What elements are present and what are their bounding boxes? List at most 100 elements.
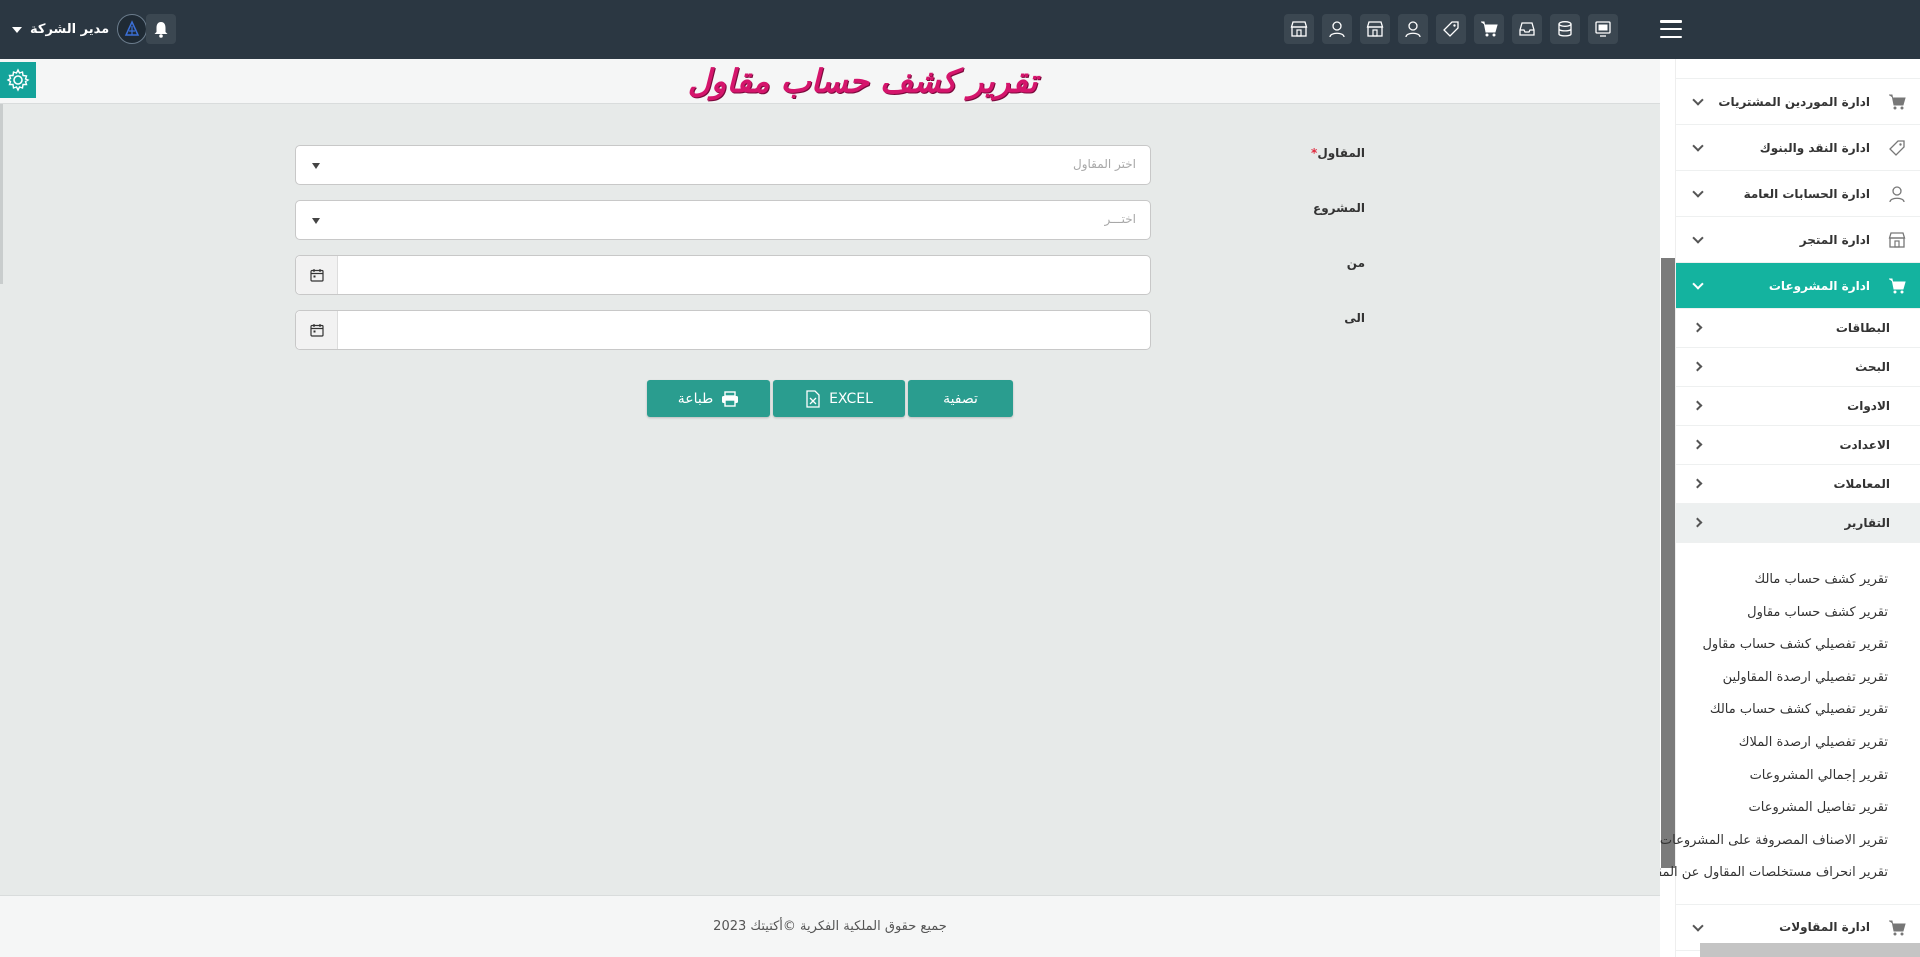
sidebar-item-cash-banks[interactable]: ادارة النقد والبنوك — [1676, 125, 1920, 171]
footer: جميع حقوق الملكية الفكرية ©أكتيتك 2023 — [0, 895, 1660, 957]
inbox-icon[interactable] — [1512, 14, 1542, 44]
chevron-down-icon — [1692, 278, 1704, 290]
report-link[interactable]: تقرير تفصيلي ارصدة الملاك — [1676, 728, 1920, 761]
filter-button[interactable]: تصفية — [908, 380, 1013, 417]
submenu-label: المعاملات — [1833, 477, 1890, 491]
calendar-icon[interactable] — [296, 311, 338, 349]
project-row: اختـــر — [295, 200, 1151, 240]
sidebar-item-label: ادارة المتجر — [1799, 232, 1870, 247]
sidebar-item-label: ادارة النقد والبنوك — [1759, 140, 1870, 155]
sidebar-item-store[interactable]: ادارة المتجر — [1676, 217, 1920, 263]
store-icon[interactable] — [1360, 14, 1390, 44]
menu-toggle-icon[interactable] — [1660, 20, 1682, 38]
chevron-left-icon — [1692, 400, 1703, 411]
avatar[interactable] — [117, 14, 148, 44]
submenu-label: الادوات — [1847, 399, 1890, 413]
submenu-settings[interactable]: الاعدادت — [1676, 426, 1920, 465]
submenu-search[interactable]: البحث — [1676, 348, 1920, 387]
user-name: مدير الشركة — [30, 21, 110, 37]
report-link[interactable]: تقرير كشف حساب مقاول — [1676, 598, 1920, 631]
sidebar-scrollbar[interactable] — [1660, 59, 1676, 957]
printer-icon — [722, 390, 739, 407]
chevron-down-icon — [1692, 920, 1704, 932]
from-label: من — [1346, 256, 1365, 270]
from-row — [295, 255, 1151, 295]
user-icon — [1886, 184, 1908, 204]
sidebar-item-label: ادارة المشروعات — [1768, 278, 1870, 293]
tag-icon[interactable] — [1436, 14, 1466, 44]
report-link[interactable]: تقرير كشف حساب مالك — [1676, 565, 1920, 598]
sidebar-menu: ادارة الموردين المشتريات ادارة النقد وال… — [1660, 59, 1920, 951]
filter-label: تصفية — [943, 390, 978, 407]
submenu-label: الاعدادت — [1839, 438, 1890, 452]
database-icon[interactable] — [1550, 14, 1580, 44]
report-link[interactable]: تقرير إجمالي المشروعات — [1676, 761, 1920, 794]
chevron-left-icon — [1692, 517, 1703, 528]
submenu-tools[interactable]: الادوات — [1676, 387, 1920, 426]
submenu-reports[interactable]: التقارير — [1676, 504, 1920, 543]
gear-icon — [6, 68, 30, 92]
store-icon — [1886, 230, 1908, 250]
page-title: تقرير كشف حساب مقاول — [687, 62, 1038, 100]
toolbar-icons — [1284, 14, 1618, 44]
bell-icon — [154, 21, 168, 38]
scrollbar-thumb[interactable] — [1661, 258, 1675, 868]
report-link[interactable]: تقرير الاصناف المصروفة على المشروعات — [1660, 826, 1920, 859]
chevron-left-icon — [1692, 478, 1703, 489]
reports-spacer — [1676, 891, 1920, 905]
excel-button[interactable]: EXCEL — [773, 380, 905, 417]
chevron-down-icon — [1692, 232, 1704, 244]
submenu-cards[interactable]: البطاقات — [1676, 309, 1920, 348]
submenu-label: التقارير — [1844, 516, 1890, 530]
sidebar-item-suppliers[interactable]: ادارة الموردين المشتريات — [1676, 79, 1920, 125]
sidebar-item-label: ادارة الحسابات العامة — [1743, 186, 1870, 201]
sidebar-item-label: ادارة الموردين المشتريات — [1718, 94, 1870, 109]
chevron-down-icon — [1692, 140, 1704, 152]
settings-button[interactable] — [0, 62, 36, 98]
monitor-icon[interactable] — [1588, 14, 1618, 44]
submenu-label: البطاقات — [1835, 321, 1890, 335]
report-link[interactable]: تقرير تفاصيل المشروعات — [1676, 793, 1920, 826]
sidebar-item-projects[interactable]: ادارة المشروعات — [1676, 263, 1920, 309]
report-link[interactable]: تقرير تفصيلي كشف حساب مقاول — [1676, 630, 1920, 663]
sidebar: ادارة الموردين المشتريات ادارة النقد وال… — [1660, 59, 1920, 957]
project-label: المشروع — [1313, 201, 1365, 215]
project-select[interactable]: اختـــر — [295, 200, 1151, 240]
cart-icon — [1886, 918, 1908, 938]
dropdown-arrow-icon — [312, 163, 320, 169]
user-menu[interactable]: مدير الشركة — [12, 14, 148, 44]
report-link[interactable]: تقرير تفصيلي كشف حساب مالك — [1676, 695, 1920, 728]
report-link[interactable]: تقرير انحراف مستخلصات المقاول عن المقايس… — [1660, 858, 1920, 891]
cart-icon[interactable] — [1474, 14, 1504, 44]
excel-label: EXCEL — [829, 390, 873, 407]
chevron-down-icon — [1692, 94, 1704, 106]
reports-spacer — [1676, 543, 1920, 565]
chevron-left-icon — [1692, 322, 1703, 333]
to-date-input[interactable] — [295, 310, 1151, 350]
sidebar-item-general-accounts[interactable]: ادارة الحسابات العامة — [1676, 171, 1920, 217]
print-button[interactable]: طباعة — [647, 380, 770, 417]
contractor-row: اختر المقاول — [295, 145, 1151, 185]
calendar-icon[interactable] — [296, 256, 338, 294]
to-row — [295, 310, 1151, 350]
copyright-text: جميع حقوق الملكية الفكرية ©أكتيتك 2023 — [713, 919, 947, 934]
dropdown-arrow-icon — [312, 218, 320, 224]
report-link[interactable]: تقرير تفصيلي ارصدة المقاولين — [1676, 663, 1920, 696]
submenu-transactions[interactable]: المعاملات — [1676, 465, 1920, 504]
contractor-label: المقاول* — [1311, 146, 1365, 160]
left-edge-strip — [0, 104, 3, 284]
to-label: الى — [1344, 311, 1365, 325]
user-icon[interactable] — [1322, 14, 1352, 44]
contractor-placeholder: اختر المقاول — [1073, 157, 1136, 171]
page-header: تقرير كشف حساب مقاول — [0, 59, 1660, 104]
cart-icon — [1886, 92, 1908, 112]
action-buttons: طباعة EXCEL تصفية — [647, 380, 1013, 417]
store-icon[interactable] — [1284, 14, 1314, 44]
user-icon[interactable] — [1398, 14, 1428, 44]
from-date-input[interactable] — [295, 255, 1151, 295]
horizontal-scrollbar[interactable] — [1700, 943, 1920, 957]
contractor-select[interactable]: اختر المقاول — [295, 145, 1151, 185]
notifications-button[interactable] — [146, 14, 176, 44]
chevron-down-icon — [1692, 186, 1704, 198]
project-placeholder: اختـــر — [1104, 212, 1136, 226]
